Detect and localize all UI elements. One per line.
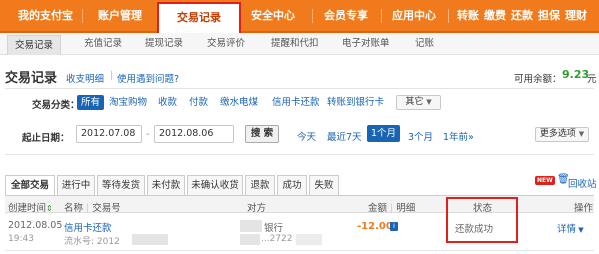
- row-bottom-border: [5, 250, 594, 251]
- col-created-time[interactable]: 创建时间⇕: [8, 200, 53, 214]
- category-taobao[interactable]: 淘宝购物: [109, 95, 147, 110]
- header-divider: |: [110, 70, 114, 81]
- nav-transactions-active[interactable]: 交易记录: [157, 2, 241, 33]
- tab-all[interactable]: 全部交易: [5, 175, 55, 197]
- balance-value: 9.23: [562, 68, 590, 81]
- new-badge: NEW: [535, 176, 555, 185]
- col-amount: 金额 | 明细: [368, 203, 416, 214]
- tab-unconfirmed[interactable]: 未确认收货: [187, 175, 243, 195]
- col-created-time-label: 创建时间: [8, 203, 47, 214]
- row-time: 19:43: [8, 234, 34, 244]
- date-label: 起止日期：: [22, 133, 70, 144]
- nav-transactions-label: 交易记录: [177, 11, 221, 24]
- col-amount-label: 金额: [368, 203, 388, 214]
- row-details-link[interactable]: 详情 ▼: [557, 221, 584, 235]
- end-date-input[interactable]: 2012.08.06: [154, 125, 234, 143]
- shortcut-finance[interactable]: 理财: [565, 0, 587, 31]
- category-all[interactable]: 所有: [77, 95, 105, 110]
- row-serial: 流水号: 2012: [64, 237, 120, 247]
- subnav-bookkeeping[interactable]: 记账: [415, 33, 434, 55]
- start-date-input[interactable]: 2012.07.08: [76, 125, 142, 143]
- subnav-reminders[interactable]: 提醒和代扣: [271, 33, 319, 55]
- category-utilities[interactable]: 缴水电煤: [220, 95, 258, 110]
- col-action: 操作: [574, 203, 594, 214]
- quick-3months[interactable]: 3个月: [408, 129, 433, 143]
- row-name-link[interactable]: 信用卡还款: [64, 220, 112, 234]
- col-detail-label: 明细: [396, 203, 416, 214]
- tab-awaiting-shipment[interactable]: 等待发货: [97, 175, 145, 195]
- nav-my-alipay[interactable]: 我的支付宝: [18, 0, 73, 31]
- shortcut-escrow[interactable]: 担保: [538, 0, 560, 31]
- col-name-label: 名称: [64, 203, 84, 214]
- tab-in-progress[interactable]: 进行中: [57, 175, 95, 195]
- more-options-button[interactable]: 更多选项 ▼: [535, 127, 589, 142]
- date-range-dash: -: [146, 129, 150, 140]
- status-highlight-box: [446, 197, 518, 243]
- chevron-down-icon: ▼: [426, 98, 432, 106]
- nav-security[interactable]: 安全中心: [251, 0, 295, 31]
- redacted-block: [240, 234, 260, 245]
- redacted-block: [296, 234, 322, 245]
- detail-info-icon[interactable]: i: [390, 222, 398, 231]
- tab-success[interactable]: 成功: [277, 175, 307, 195]
- quick-1year-ago-label: 1年前: [443, 132, 469, 143]
- subnav-statement[interactable]: 电子对账单: [342, 33, 390, 55]
- category-label: 交易分类：: [32, 100, 80, 111]
- recycle-bin-link[interactable]: 回收站: [568, 176, 597, 190]
- row-date: 2012.08.05: [8, 220, 63, 231]
- chevron-down-icon: ▼: [578, 130, 585, 138]
- top-nav: 我的支付宝 账户管理 交易记录 安全中心 会员专享 应用中心 转账 缴费 还款 …: [0, 0, 599, 33]
- nav-separator: [448, 9, 449, 23]
- balance-label: 可用余额：: [514, 74, 562, 85]
- category-receive[interactable]: 收款: [158, 95, 177, 110]
- subnav-recharge[interactable]: 充值记录: [84, 33, 122, 55]
- chevron-down-icon: ▼: [576, 226, 584, 234]
- subnav-withdraw[interactable]: 提现记录: [145, 33, 183, 55]
- redacted-block: [132, 234, 168, 245]
- row-party: 银行: [264, 223, 284, 234]
- tab-unpaid[interactable]: 未付款: [147, 175, 185, 195]
- sub-nav: 交易记录 充值记录 提现记录 交易评价 提醒和代扣 电子对账单 记账: [0, 33, 599, 55]
- nav-member[interactable]: 会员专享: [324, 0, 368, 31]
- income-expense-link[interactable]: 收支明细: [66, 71, 104, 85]
- category-bank-transfer[interactable]: 转账到银行卡: [327, 95, 384, 110]
- page-title: 交易记录: [5, 71, 58, 86]
- nav-account[interactable]: 账户管理: [98, 0, 142, 31]
- shortcut-payment[interactable]: 缴费: [484, 0, 506, 31]
- category-more-label: 其它: [405, 97, 424, 107]
- subnav-review[interactable]: 交易评价: [207, 33, 245, 55]
- quick-7days[interactable]: 最近7天: [327, 129, 362, 143]
- balance-unit: 元: [587, 74, 597, 85]
- filter-divider-line: [5, 154, 594, 155]
- tab-refund[interactable]: 退款: [245, 175, 275, 195]
- shortcut-repay[interactable]: 还款: [511, 0, 533, 31]
- col-name: 名称 | 交易号: [64, 203, 121, 214]
- nav-separator: [381, 9, 382, 23]
- more-options-label: 更多选项: [539, 129, 576, 139]
- shortcut-transfer[interactable]: 转账: [457, 0, 479, 31]
- double-chevron-right-icon: »: [468, 132, 474, 143]
- quick-1year-ago[interactable]: 1年前»: [443, 129, 474, 143]
- nav-apps[interactable]: 应用中心: [392, 0, 436, 31]
- quick-1month[interactable]: 1个月: [367, 125, 401, 142]
- row-details-label: 详情: [557, 224, 577, 235]
- help-link[interactable]: 使用遇到问题?: [117, 71, 179, 85]
- nav-separator: [312, 9, 313, 23]
- redacted-block: [240, 220, 262, 232]
- header-divider-line: [5, 88, 594, 89]
- nav-separator: [82, 9, 83, 23]
- col-order-label: 交易号: [92, 203, 121, 214]
- category-pay[interactable]: 付款: [189, 95, 208, 110]
- col-party: 对方: [247, 203, 267, 214]
- row-amount: -12.00: [357, 221, 393, 232]
- sort-icon: ⇕: [46, 204, 53, 213]
- tab-failed[interactable]: 失败: [309, 175, 339, 195]
- search-button[interactable]: 搜 索: [245, 125, 279, 143]
- quick-today[interactable]: 今天: [297, 129, 316, 143]
- subnav-transactions[interactable]: 交易记录: [7, 35, 62, 55]
- category-more-dropdown[interactable]: 其它 ▼: [396, 95, 441, 110]
- category-credit-card[interactable]: 信用卡还款: [272, 95, 320, 110]
